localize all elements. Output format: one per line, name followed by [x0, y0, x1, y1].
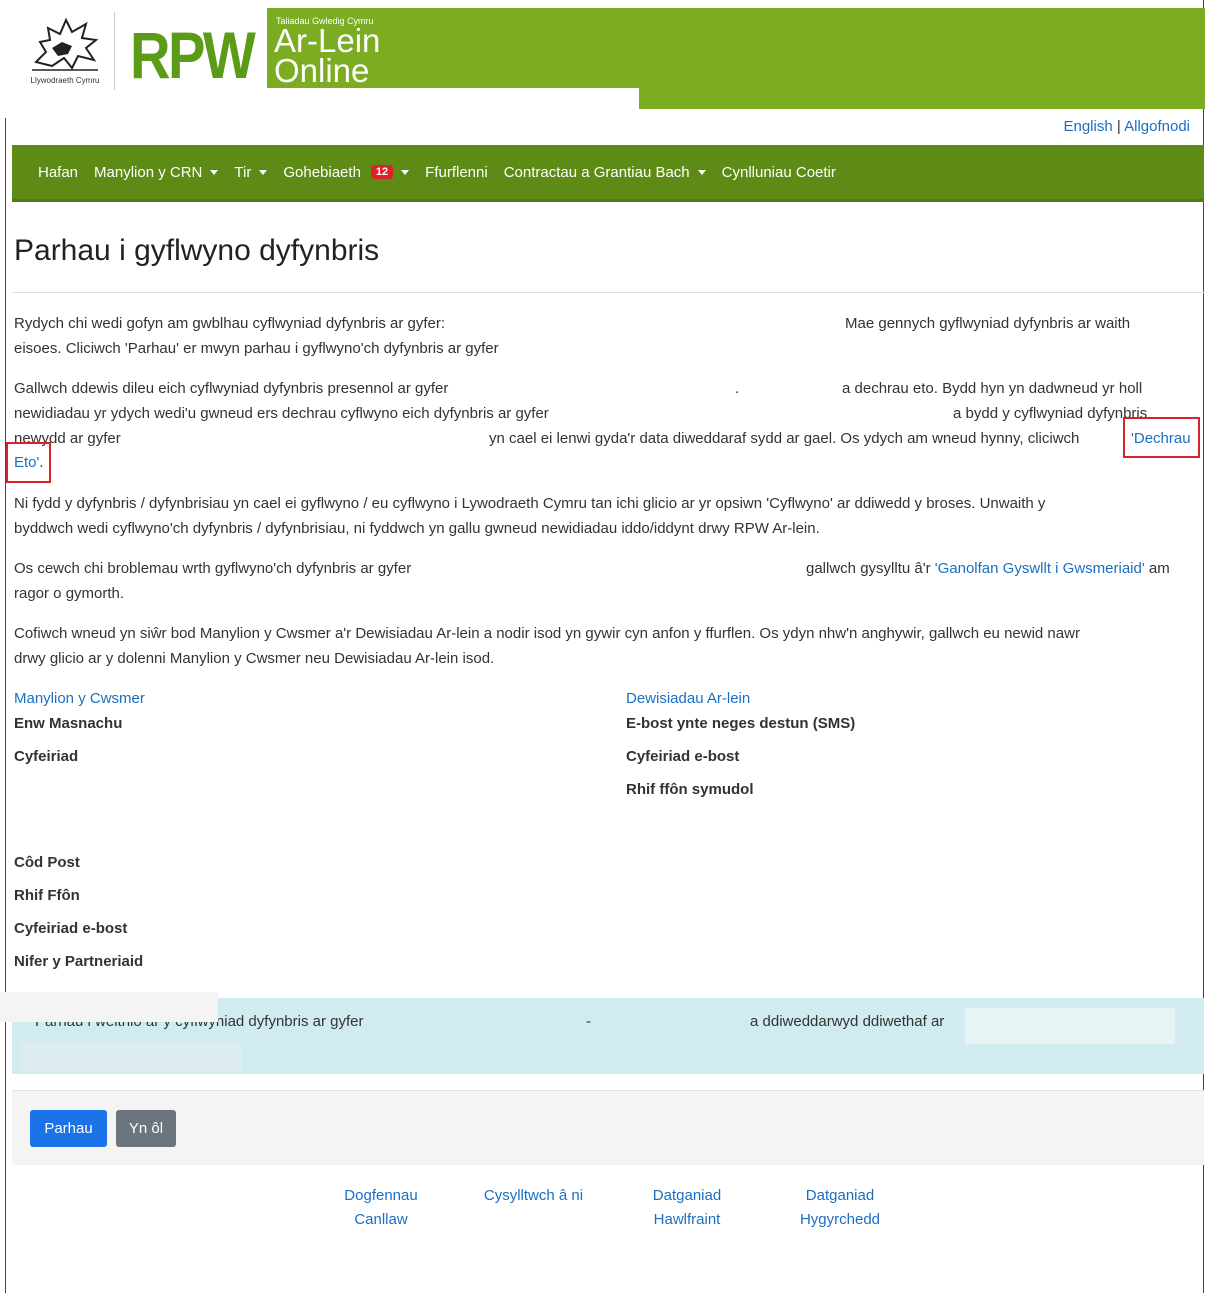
logo-divider [114, 12, 115, 90]
nav-item-label: Ffurflenni [425, 163, 488, 181]
p1-text-c: eisoes. Cliciwch 'Parhau' er mwyn parhau… [14, 340, 499, 357]
rpw-logo-text: RPW [130, 18, 256, 92]
p1-text-b: Mae gennych gyflwyniad dyfynbris ar wait… [845, 315, 1131, 332]
footer-guidance-line-1: Dogfennau [344, 1187, 418, 1204]
page-title: Parhau i gyflwyno dyfynbris [14, 234, 380, 267]
contact-method-label: E-bost ynte neges destun (SMS) [626, 715, 856, 732]
footer-contact-link[interactable]: Cysylltwch â ni [476, 1184, 591, 1208]
p1-text-a: Rydych chi wedi gofyn am gwblhau cyflwyn… [14, 315, 446, 332]
trading-name-label: Enw Masnachu [14, 715, 123, 732]
banner-title-english: Online [274, 52, 370, 89]
phone-label: Rhif Ffôn [14, 887, 80, 904]
customer-details-link[interactable]: Manylion y Cwsmer [14, 690, 145, 707]
address-label: Cyfeiriad [14, 748, 79, 765]
p2-text-f: yn cael ei lenwi gyda'r data diweddaraf … [489, 430, 1080, 447]
footer-guidance-link[interactable]: Dogfennau Canllaw [336, 1184, 426, 1232]
nav-item-label: Manylion y CRN [94, 163, 203, 181]
partners-label: Nifer y Partneriaid [14, 953, 144, 970]
footer-guidance-line-2: Canllaw [354, 1211, 408, 1228]
footer-accessibility-line-1: Datganiad [805, 1187, 875, 1204]
back-button[interactable]: Yn ôl [116, 1110, 176, 1147]
caret-down-icon [259, 169, 268, 175]
nav-item-woodland-plans[interactable]: Cynlluniau Coetir [722, 164, 836, 181]
footer-copyright-link[interactable]: Datganiad Hawlfraint [642, 1184, 732, 1232]
p2-restart-line: Eto'. [14, 451, 1200, 476]
alert-dash: - [586, 1013, 591, 1030]
redaction-block [20, 1042, 242, 1072]
p2-text-c: newidiadau yr ydych wedi'u gwneud ers de… [14, 405, 549, 422]
customer-contact-centre-link[interactable]: 'Ganolfan Gyswllt i Gwsmeriaid' [935, 560, 1145, 577]
footer-copyright-line-2: Hawlfraint [653, 1211, 721, 1228]
caret-down-icon [401, 169, 410, 175]
gov-logo-text: Llywodraeth Cymru [30, 76, 100, 85]
p2-text-b: a dechrau eto. Bydd hyn yn dadwneud yr h… [842, 380, 1143, 397]
restart-highlight-box-2 [6, 442, 51, 483]
p4-text-d: ragor o gymorth. [14, 585, 125, 602]
caret-down-icon [210, 169, 219, 175]
email-label: Cyfeiriad e-bost [14, 920, 128, 937]
redaction-block [965, 1008, 1175, 1044]
nav-item-contracts-grants[interactable]: Contractau a Grantiau Bach [504, 164, 706, 181]
p3-text-b: byddwch wedi cyflwyno'ch dyfynbris / dyf… [14, 520, 820, 537]
postcode-label: Côd Post [14, 854, 80, 871]
p4-line: gallwch gysylltu â'r 'Ganolfan Gyswllt i… [806, 557, 1200, 582]
p4-text-b: gallwch gysylltu â'r [806, 560, 931, 577]
caret-down-icon [697, 169, 706, 175]
nav-item-label: Hafan [38, 163, 79, 181]
welsh-government-logo[interactable]: Llywodraeth Cymru [20, 12, 110, 92]
title-divider [12, 292, 1204, 293]
footer-copyright-line-1: Datganiad [652, 1187, 722, 1204]
nav-item-label: Gohebiaeth [283, 163, 361, 181]
nav-item-label: Contractau a Grantiau Bach [503, 163, 690, 181]
frame-left-border [5, 118, 6, 1293]
top-links-separator: | [1116, 118, 1121, 135]
continue-button[interactable]: Parhau [30, 1110, 107, 1147]
footer-accessibility-line-2: Hygyrchedd [799, 1211, 881, 1228]
p4-text-a: Os cewch chi broblemau wrth gyflwyno'ch … [14, 560, 412, 577]
mobile-label: Rhif ffôn symudol [626, 781, 754, 798]
logout-link[interactable]: Allgofnodi [1124, 118, 1190, 135]
p5-text-b: drwy glicio ar y dolenni Manylion y Cwsm… [14, 650, 495, 667]
banner-mask [267, 88, 639, 109]
p4-text-c: am [1148, 560, 1170, 577]
nav-item-land[interactable]: Tir [234, 163, 268, 181]
p2-text-a: Gallwch ddewis dileu eich cyflwyniad dyf… [14, 380, 449, 397]
form-actions-bar [12, 1090, 1204, 1165]
online-preferences-link[interactable]: Dewisiadau Ar-lein [626, 690, 750, 707]
restart-highlight-box [1123, 417, 1200, 458]
nav-item-home[interactable]: Hafan [38, 164, 78, 181]
nav-item-label: Tir [234, 163, 252, 181]
alert-text-b: a ddiweddarwyd ddiwethaf ar [750, 1013, 945, 1030]
footer-contact-label: Cysylltwch â ni [483, 1187, 584, 1204]
nav-item-crn-details[interactable]: Manylion y CRN [94, 163, 219, 181]
p2-dot: . [735, 380, 740, 397]
preferences-email-label: Cyfeiriad e-bost [626, 748, 740, 765]
top-links: English | Allgofnodi [1063, 118, 1190, 135]
redaction-block [0, 992, 218, 1022]
p5-text-a: Cofiwch wneud yn siŵr bod Manylion y Cws… [14, 625, 1080, 642]
nav-item-correspondence[interactable]: Gohebiaeth 12 [283, 163, 410, 181]
nav-item-forms[interactable]: Ffurflenni [425, 164, 488, 181]
english-link[interactable]: English [1063, 118, 1112, 135]
main-navigation: Hafan Manylion y CRN Tir Gohebiaeth 12 Ff… [12, 145, 1204, 202]
p3-text-a: Ni fydd y dyfynbris / dyfynbrisiau yn ca… [14, 495, 1046, 512]
nav-item-label: Cynlluniau Coetir [721, 163, 836, 181]
dragon-icon [32, 17, 99, 71]
unread-count-badge: 12 [370, 165, 394, 179]
footer-accessibility-link[interactable]: Datganiad Hygyrchedd [792, 1184, 888, 1232]
